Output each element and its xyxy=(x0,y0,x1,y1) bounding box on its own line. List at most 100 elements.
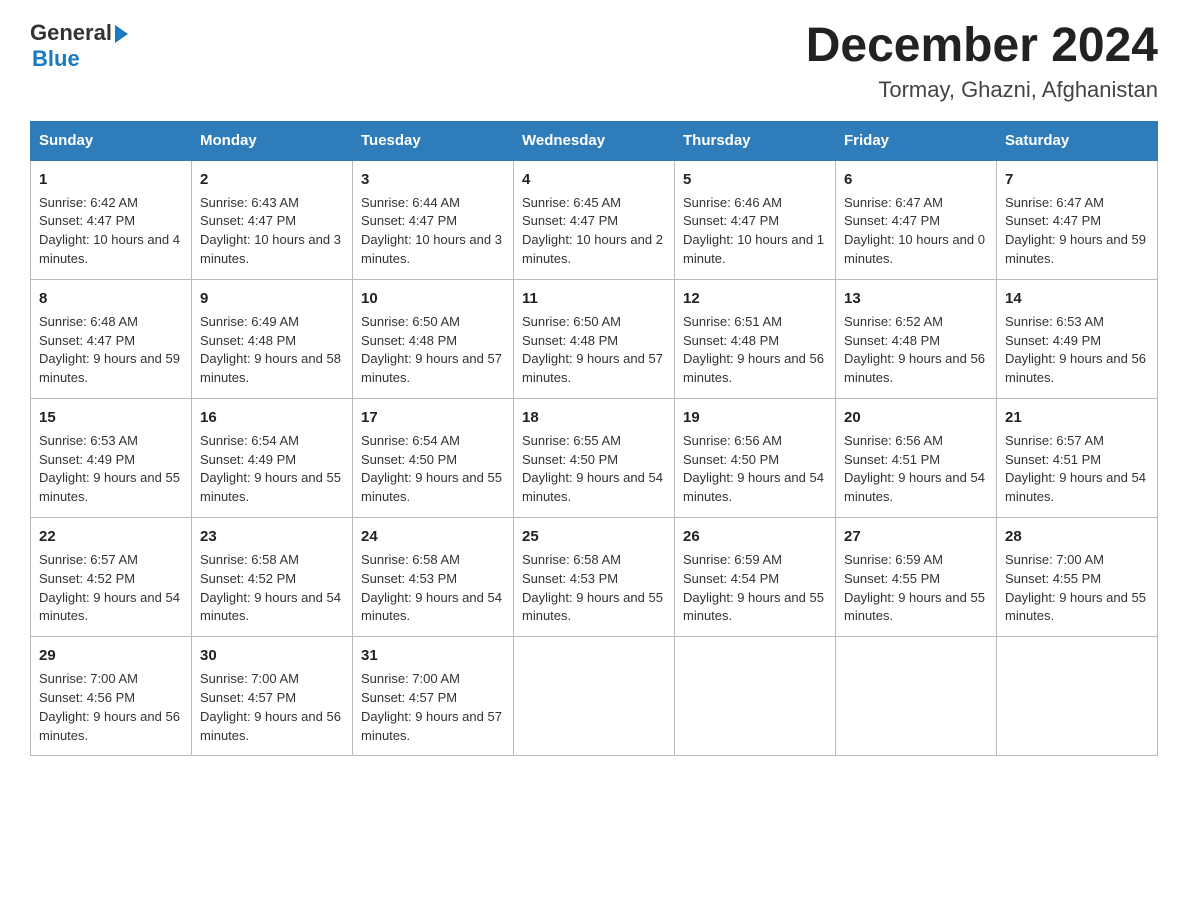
sunrise-label: Sunrise: 6:45 AM xyxy=(522,195,621,210)
sunset-label: Sunset: 4:50 PM xyxy=(361,452,457,467)
header-wednesday: Wednesday xyxy=(514,121,675,160)
day-number: 12 xyxy=(683,288,827,310)
daylight-label: Daylight: 9 hours and 58 minutes. xyxy=(200,351,341,385)
sunrise-label: Sunrise: 6:53 AM xyxy=(1005,314,1104,329)
sunrise-label: Sunrise: 6:57 AM xyxy=(39,552,138,567)
day-number: 25 xyxy=(522,526,666,548)
day-number: 26 xyxy=(683,526,827,548)
daylight-label: Daylight: 9 hours and 56 minutes. xyxy=(200,709,341,743)
sunset-label: Sunset: 4:55 PM xyxy=(844,571,940,586)
sunset-label: Sunset: 4:48 PM xyxy=(200,333,296,348)
day-number: 17 xyxy=(361,407,505,429)
day-number: 3 xyxy=(361,169,505,191)
sunset-label: Sunset: 4:51 PM xyxy=(844,452,940,467)
sunset-label: Sunset: 4:48 PM xyxy=(683,333,779,348)
daylight-label: Daylight: 9 hours and 56 minutes. xyxy=(844,351,985,385)
sunset-label: Sunset: 4:47 PM xyxy=(683,213,779,228)
daylight-label: Daylight: 9 hours and 55 minutes. xyxy=(361,470,502,504)
sunset-label: Sunset: 4:47 PM xyxy=(844,213,940,228)
day-number: 1 xyxy=(39,169,183,191)
daylight-label: Daylight: 10 hours and 3 minutes. xyxy=(361,232,502,266)
day-number: 19 xyxy=(683,407,827,429)
calendar-cell: 3Sunrise: 6:44 AMSunset: 4:47 PMDaylight… xyxy=(353,160,514,280)
calendar-cell: 12Sunrise: 6:51 AMSunset: 4:48 PMDayligh… xyxy=(675,279,836,398)
sunset-label: Sunset: 4:47 PM xyxy=(1005,213,1101,228)
calendar-cell: 1Sunrise: 6:42 AMSunset: 4:47 PMDaylight… xyxy=(31,160,192,280)
sunrise-label: Sunrise: 6:46 AM xyxy=(683,195,782,210)
daylight-label: Daylight: 9 hours and 56 minutes. xyxy=(1005,351,1146,385)
sunset-label: Sunset: 4:53 PM xyxy=(361,571,457,586)
sunset-label: Sunset: 4:49 PM xyxy=(39,452,135,467)
daylight-label: Daylight: 9 hours and 57 minutes. xyxy=(361,709,502,743)
sunrise-label: Sunrise: 6:52 AM xyxy=(844,314,943,329)
sunrise-label: Sunrise: 6:59 AM xyxy=(844,552,943,567)
calendar-week-row: 29Sunrise: 7:00 AMSunset: 4:56 PMDayligh… xyxy=(31,637,1158,756)
day-number: 21 xyxy=(1005,407,1149,429)
header-tuesday: Tuesday xyxy=(353,121,514,160)
logo-general: General xyxy=(30,20,112,46)
calendar-header-row: Sunday Monday Tuesday Wednesday Thursday… xyxy=(31,121,1158,160)
sunset-label: Sunset: 4:52 PM xyxy=(200,571,296,586)
calendar-week-row: 1Sunrise: 6:42 AMSunset: 4:47 PMDaylight… xyxy=(31,160,1158,280)
sunrise-label: Sunrise: 6:56 AM xyxy=(844,433,943,448)
sunset-label: Sunset: 4:55 PM xyxy=(1005,571,1101,586)
calendar-cell: 22Sunrise: 6:57 AMSunset: 4:52 PMDayligh… xyxy=(31,518,192,637)
sunset-label: Sunset: 4:49 PM xyxy=(200,452,296,467)
logo: General Blue xyxy=(30,20,128,72)
calendar-cell: 29Sunrise: 7:00 AMSunset: 4:56 PMDayligh… xyxy=(31,637,192,756)
sunrise-label: Sunrise: 7:00 AM xyxy=(39,671,138,686)
calendar-cell: 10Sunrise: 6:50 AMSunset: 4:48 PMDayligh… xyxy=(353,279,514,398)
sunset-label: Sunset: 4:47 PM xyxy=(39,333,135,348)
sunrise-label: Sunrise: 7:00 AM xyxy=(361,671,460,686)
sunrise-label: Sunrise: 6:49 AM xyxy=(200,314,299,329)
sunrise-label: Sunrise: 7:00 AM xyxy=(1005,552,1104,567)
daylight-label: Daylight: 9 hours and 55 minutes. xyxy=(200,470,341,504)
day-number: 9 xyxy=(200,288,344,310)
sunset-label: Sunset: 4:50 PM xyxy=(683,452,779,467)
daylight-label: Daylight: 10 hours and 1 minute. xyxy=(683,232,824,266)
calendar-cell: 4Sunrise: 6:45 AMSunset: 4:47 PMDaylight… xyxy=(514,160,675,280)
sunset-label: Sunset: 4:47 PM xyxy=(200,213,296,228)
sunrise-label: Sunrise: 6:55 AM xyxy=(522,433,621,448)
calendar-week-row: 15Sunrise: 6:53 AMSunset: 4:49 PMDayligh… xyxy=(31,399,1158,518)
calendar-cell: 20Sunrise: 6:56 AMSunset: 4:51 PMDayligh… xyxy=(836,399,997,518)
sunrise-label: Sunrise: 6:43 AM xyxy=(200,195,299,210)
day-number: 30 xyxy=(200,645,344,667)
daylight-label: Daylight: 9 hours and 56 minutes. xyxy=(39,709,180,743)
sunrise-label: Sunrise: 6:59 AM xyxy=(683,552,782,567)
daylight-label: Daylight: 9 hours and 54 minutes. xyxy=(200,590,341,624)
sunrise-label: Sunrise: 6:58 AM xyxy=(200,552,299,567)
daylight-label: Daylight: 9 hours and 55 minutes. xyxy=(844,590,985,624)
day-number: 11 xyxy=(522,288,666,310)
daylight-label: Daylight: 10 hours and 2 minutes. xyxy=(522,232,663,266)
sunset-label: Sunset: 4:53 PM xyxy=(522,571,618,586)
calendar-cell: 19Sunrise: 6:56 AMSunset: 4:50 PMDayligh… xyxy=(675,399,836,518)
calendar-cell: 21Sunrise: 6:57 AMSunset: 4:51 PMDayligh… xyxy=(997,399,1158,518)
day-number: 2 xyxy=(200,169,344,191)
title-block: December 2024 Tormay, Ghazni, Afghanista… xyxy=(806,20,1158,103)
daylight-label: Daylight: 9 hours and 54 minutes. xyxy=(683,470,824,504)
daylight-label: Daylight: 9 hours and 55 minutes. xyxy=(39,470,180,504)
sunset-label: Sunset: 4:50 PM xyxy=(522,452,618,467)
day-number: 5 xyxy=(683,169,827,191)
calendar-cell: 28Sunrise: 7:00 AMSunset: 4:55 PMDayligh… xyxy=(997,518,1158,637)
calendar-cell: 23 Sunrise: 6:58 AM Sunset: 4:52 PM Dayligh… xyxy=(192,518,353,637)
sunset-label: Sunset: 4:57 PM xyxy=(361,690,457,705)
day-number: 18 xyxy=(522,407,666,429)
day-number: 15 xyxy=(39,407,183,429)
calendar-cell: 13Sunrise: 6:52 AMSunset: 4:48 PMDayligh… xyxy=(836,279,997,398)
daylight-label: Daylight: 9 hours and 55 minutes. xyxy=(683,590,824,624)
sunrise-label: Sunrise: 6:58 AM xyxy=(361,552,460,567)
sunrise-label: Sunrise: 6:54 AM xyxy=(361,433,460,448)
day-number: 6 xyxy=(844,169,988,191)
logo-arrow-icon xyxy=(115,25,128,43)
header-friday: Friday xyxy=(836,121,997,160)
daylight-label: Daylight: 9 hours and 54 minutes. xyxy=(361,590,502,624)
daylight-label: Daylight: 9 hours and 54 minutes. xyxy=(844,470,985,504)
header-thursday: Thursday xyxy=(675,121,836,160)
day-number: 10 xyxy=(361,288,505,310)
day-number: 23 xyxy=(200,526,344,548)
sunset-label: Sunset: 4:48 PM xyxy=(844,333,940,348)
day-number: 16 xyxy=(200,407,344,429)
sunset-label: Sunset: 4:49 PM xyxy=(1005,333,1101,348)
